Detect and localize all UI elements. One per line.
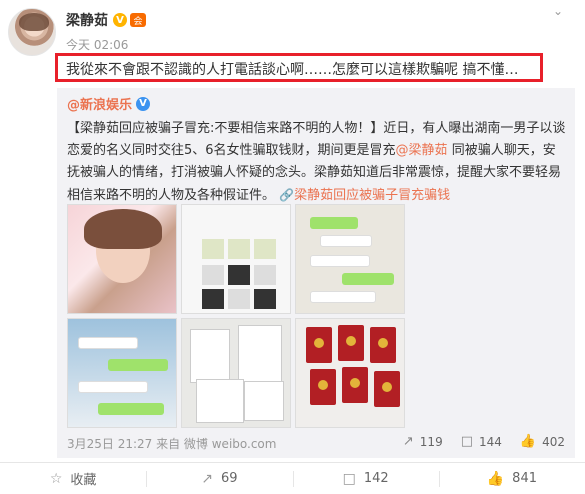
image-thumb-chat-blue[interactable] bbox=[67, 318, 177, 428]
post-time[interactable]: 今天 02:06 bbox=[66, 36, 128, 53]
comment-button[interactable]: □ 142 bbox=[292, 463, 439, 494]
forward-button[interactable]: ↗ 69 bbox=[146, 463, 292, 494]
author-row: 梁静茹 V 会 bbox=[66, 10, 146, 30]
thumbs-up-icon: 👍 bbox=[486, 470, 505, 487]
chevron-down-icon[interactable]: ⌄ bbox=[553, 4, 563, 18]
verified-badge: V bbox=[113, 13, 127, 27]
post-text: 我從來不會跟不認識的人打電話談心啊……怎麼可以這樣欺騙呢 搞不懂… bbox=[66, 62, 519, 78]
avatar[interactable] bbox=[8, 8, 56, 56]
comment-icon: □ bbox=[460, 434, 473, 449]
like-button[interactable]: 👍 841 bbox=[438, 463, 585, 494]
favorite-label: 收藏 bbox=[70, 473, 97, 488]
forward-icon: ↗ bbox=[402, 434, 414, 449]
repost-author: @新浪娱乐 V bbox=[67, 94, 151, 113]
repost-footer[interactable]: 3月25日 21:27 来自 微博 weibo.com bbox=[67, 435, 276, 452]
repost-forward-count: 119 bbox=[419, 434, 443, 449]
image-thumb-portrait[interactable] bbox=[67, 204, 177, 314]
forward-icon: ↗ bbox=[201, 470, 213, 487]
repost-card: @新浪娱乐 V 【梁静茹回应被骗子冒充:不要相信来路不明的人物！】近日，有人曝出… bbox=[57, 88, 575, 458]
like-count: 841 bbox=[512, 471, 537, 486]
image-thumb-chat-grid[interactable] bbox=[181, 204, 291, 314]
forward-count: 69 bbox=[220, 471, 238, 486]
repost-like-button[interactable]: 👍 402 bbox=[520, 434, 565, 449]
member-badge: 会 bbox=[130, 13, 146, 27]
repost-comment-button[interactable]: □ 144 bbox=[461, 434, 502, 449]
favorite-button[interactable]: ☆ 收藏 bbox=[0, 463, 146, 494]
repost-actions: ↗ 119 □ 144 👍 402 bbox=[385, 434, 565, 449]
author-name[interactable]: 梁静茹 bbox=[66, 10, 108, 30]
repost-like-count: 402 bbox=[542, 434, 565, 449]
action-bar: ☆ 收藏 ↗ 69 □ 142 👍 841 bbox=[0, 463, 585, 494]
image-thumb-chat[interactable] bbox=[295, 204, 405, 314]
link-icon: 🔗 bbox=[279, 188, 295, 202]
verified-badge-blue: V bbox=[136, 96, 151, 111]
repost-forward-button[interactable]: ↗ 119 bbox=[403, 434, 443, 449]
image-thumb-documents[interactable] bbox=[181, 318, 291, 428]
comment-icon: □ bbox=[342, 470, 356, 487]
weibo-post: 梁静茹 V 会 ⌄ 今天 02:06 我從來不會跟不認識的人打電話談心啊……怎麼… bbox=[0, 0, 585, 494]
star-icon: ☆ bbox=[49, 470, 63, 487]
topic-link[interactable]: 梁静茹回应被骗子冒充骗钱 bbox=[294, 188, 450, 203]
repost-comment-count: 144 bbox=[479, 434, 502, 449]
repost-text: 【梁静茹回应被骗子冒充:不要相信来路不明的人物！】近日，有人曝出湖南一男子以谈恋… bbox=[67, 118, 567, 207]
image-thumb-certificates[interactable] bbox=[295, 318, 405, 428]
repost-handle[interactable]: @新浪娱乐 bbox=[67, 94, 132, 113]
mention-link[interactable]: @梁静茹 bbox=[396, 143, 448, 158]
thumbs-up-icon: 👍 bbox=[519, 434, 537, 449]
comment-count: 142 bbox=[363, 471, 389, 486]
